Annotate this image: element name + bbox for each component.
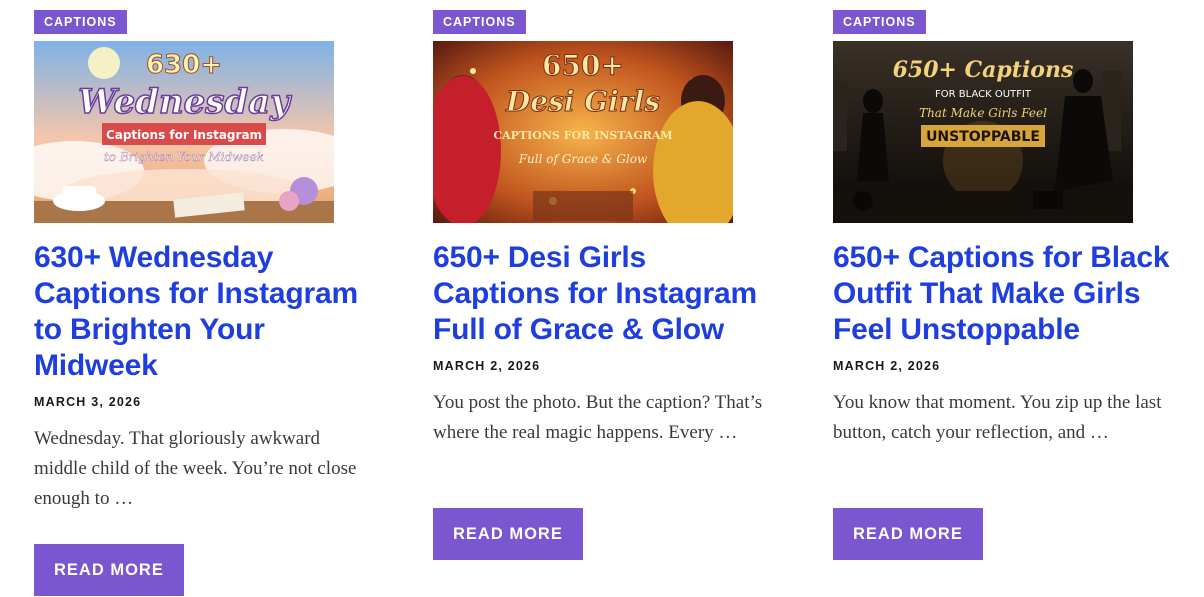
- post-excerpt: Wednesday. That gloriously awkward middl…: [34, 428, 357, 509]
- thumbnail-banner: That Make Girls Feel: [919, 106, 1047, 120]
- category-badge[interactable]: CAPTIONS: [833, 10, 926, 34]
- category-badge[interactable]: CAPTIONS: [34, 10, 127, 34]
- post-card: CAPTIONS 650+ Desi Girls CAPTIONS FOR IN…: [433, 10, 773, 560]
- post-thumbnail[interactable]: 650+ Captions FOR BLACK OUTFIT That Make…: [833, 41, 1133, 223]
- thumbnail-tagline: to Brighten Your Midweek: [104, 150, 264, 164]
- post-date: MARCH 2, 2026: [833, 359, 941, 373]
- post-thumbnail[interactable]: 630+ Wednesday Captions for Instagram to…: [34, 41, 334, 223]
- post-card: CAPTIONS 650+ Captions FOR BLACK OUTFIT …: [833, 10, 1173, 560]
- read-more-button[interactable]: READ MORE: [833, 508, 983, 560]
- post-title-link[interactable]: 650+ Captions for Black Outfit That Make…: [833, 240, 1178, 348]
- thumbnail-tagline: Full of Grace & Glow: [518, 152, 648, 166]
- thumbnail-banner: Captions for Instagram: [106, 128, 262, 142]
- post-excerpt: You know that moment. You zip up the las…: [833, 392, 1162, 443]
- thumbnail-headline: FOR BLACK OUTFIT: [935, 89, 1032, 100]
- read-more-button[interactable]: READ MORE: [34, 544, 184, 596]
- post-title-link[interactable]: 650+ Desi Girls Captions for Instagram F…: [433, 240, 778, 348]
- read-more-button[interactable]: READ MORE: [433, 508, 583, 560]
- category-badge[interactable]: CAPTIONS: [433, 10, 526, 34]
- thumbnail-headline: Desi Girls: [505, 85, 660, 118]
- thumbnail-tagline: UNSTOPPABLE: [926, 129, 1040, 145]
- post-date: MARCH 3, 2026: [34, 395, 142, 409]
- thumbnail-headline: Wednesday: [78, 82, 292, 122]
- thumbnail-number: 630+: [146, 50, 222, 80]
- thumbnail-banner: CAPTIONS FOR INSTAGRAM: [493, 129, 672, 142]
- post-title-link[interactable]: 630+ Wednesday Captions for Instagram to…: [34, 240, 379, 384]
- post-excerpt: You post the photo. But the caption? Tha…: [433, 392, 763, 443]
- thumbnail-number: 650+: [542, 49, 624, 82]
- post-card: CAPTIONS 630+ Wednesday Captions for Ins…: [34, 10, 374, 596]
- thumbnail-number: 650+ Captions: [893, 57, 1074, 83]
- post-thumbnail[interactable]: 650+ Desi Girls CAPTIONS FOR INSTAGRAM F…: [433, 41, 733, 223]
- post-date: MARCH 2, 2026: [433, 359, 541, 373]
